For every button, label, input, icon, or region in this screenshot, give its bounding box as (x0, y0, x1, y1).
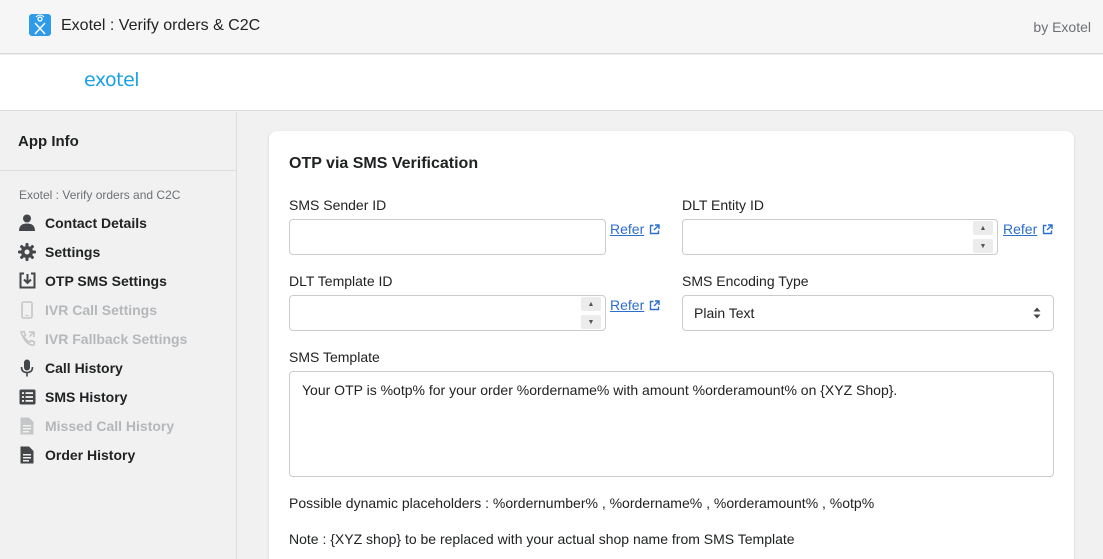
sidebar-section-label: Exotel : Verify orders and C2C (19, 188, 181, 202)
app-info-link[interactable]: App Info (18, 133, 79, 150)
select-arrows-icon (1033, 307, 1041, 319)
sidebar-item-otp-sms-settings[interactable]: OTP SMS Settings (0, 266, 236, 295)
sms-encoding-type-select[interactable]: Plain Text (682, 295, 1054, 331)
exotel-app-icon (29, 14, 51, 36)
increment-button[interactable]: ▲ (581, 297, 601, 311)
microphone-icon (18, 359, 36, 377)
app-header: Exotel : Verify orders & C2C by Exotel (0, 0, 1103, 54)
sidebar-item-ivr-fallback-settings[interactable]: IVR Fallback Settings (0, 324, 236, 353)
external-link-icon (649, 223, 660, 235)
otp-settings-card: OTP via SMS Verification SMS Sender ID R… (269, 131, 1074, 559)
increment-button[interactable]: ▲ (973, 221, 993, 235)
sidebar-item-label: Settings (45, 243, 101, 260)
dlt-template-id-input[interactable] (289, 295, 606, 331)
refer-link-text: Refer (1003, 221, 1038, 237)
document-icon (18, 417, 36, 435)
sidebar-item-label: IVR Fallback Settings (45, 330, 188, 347)
sidebar-item-contact-details[interactable]: Contact Details (0, 208, 236, 237)
sidebar-item-label: OTP SMS Settings (45, 272, 167, 289)
sidebar-item-missed-call-history[interactable]: Missed Call History (0, 411, 236, 440)
sidebar-item-label: Contact Details (45, 214, 147, 231)
list-icon (18, 388, 36, 406)
sidebar-item-order-history[interactable]: Order History (0, 440, 236, 469)
sidebar-item-label: SMS History (45, 388, 128, 405)
sidebar: App Info Exotel : Verify orders and C2C … (0, 112, 237, 559)
sidebar-item-label: Missed Call History (45, 417, 175, 434)
dlt-template-id-stepper: ▲ ▼ (581, 297, 601, 329)
select-value: Plain Text (694, 305, 755, 321)
dlt-entity-id-stepper: ▲ ▼ (973, 221, 993, 253)
external-link-icon (1042, 223, 1053, 235)
dlt-entity-id-refer-link[interactable]: Refer (1003, 221, 1053, 237)
dlt-entity-id-label: DLT Entity ID (682, 197, 764, 213)
gear-icon (18, 242, 36, 261)
brand-bar: exotel (0, 55, 1103, 111)
exotel-logo: exotel (84, 69, 144, 99)
sidebar-item-label: Order History (45, 446, 136, 463)
vendor-label: by Exotel (1033, 19, 1091, 35)
dlt-template-id-label: DLT Template ID (289, 273, 393, 289)
sms-template-textarea[interactable]: Your OTP is %otp% for your order %ordern… (289, 371, 1054, 477)
placeholders-help-text: Possible dynamic placeholders : %ordernu… (289, 495, 875, 511)
sms-sender-id-refer-link[interactable]: Refer (610, 221, 660, 237)
sidebar-item-label: IVR Call Settings (45, 301, 158, 318)
sidebar-item-sms-history[interactable]: SMS History (0, 382, 236, 411)
sms-sender-id-label: SMS Sender ID (289, 197, 387, 213)
decrement-button[interactable]: ▼ (973, 239, 993, 253)
sms-encoding-type-label: SMS Encoding Type (682, 273, 809, 289)
dlt-entity-id-input[interactable] (682, 219, 998, 255)
sidebar-divider (0, 170, 236, 171)
sidebar-item-settings[interactable]: Settings (0, 237, 236, 266)
sidebar-item-call-history[interactable]: Call History (0, 353, 236, 382)
download-box-icon (18, 272, 36, 290)
sidebar-item-ivr-call-settings[interactable]: IVR Call Settings (0, 295, 236, 324)
dlt-template-id-refer-link[interactable]: Refer (610, 297, 660, 313)
shop-name-note: Note : {XYZ shop} to be replaced with yo… (289, 531, 795, 547)
sms-template-label: SMS Template (289, 349, 380, 365)
refer-link-text: Refer (610, 297, 645, 313)
person-icon (18, 214, 36, 232)
external-link-icon (649, 299, 660, 311)
phone-forward-icon (18, 330, 36, 348)
mobile-icon (18, 300, 36, 319)
sms-sender-id-input[interactable] (289, 219, 606, 255)
sidebar-nav: Contact Details Settings OTP SMS Setting… (0, 208, 236, 469)
app-title: Exotel : Verify orders & C2C (61, 17, 261, 34)
logo-text: exotel (84, 69, 140, 91)
decrement-button[interactable]: ▼ (581, 315, 601, 329)
document-icon (18, 446, 36, 464)
sidebar-item-label: Call History (45, 359, 123, 376)
card-title: OTP via SMS Verification (289, 155, 479, 172)
refer-link-text: Refer (610, 221, 645, 237)
